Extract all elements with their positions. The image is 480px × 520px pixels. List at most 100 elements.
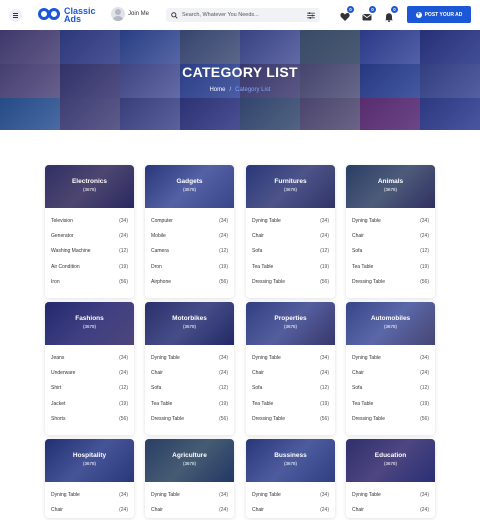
subcategory-item[interactable]: Tea Table (19) (145, 396, 234, 411)
subcategory-item[interactable]: Chair (24) (145, 502, 234, 517)
category-card-gadgets[interactable]: Gadgets (3678) Computer (34) Mobile (24) Camer… (145, 165, 234, 298)
category-card-header[interactable]: Fashions (3678) (45, 302, 134, 345)
subcategory-count: (34) (219, 491, 228, 498)
category-title[interactable]: Education (346, 452, 435, 459)
category-title[interactable]: Fashions (45, 315, 134, 322)
subcategory-item[interactable]: Tea Table (19) (246, 396, 335, 411)
subcategory-item[interactable]: Shorts (56) (45, 411, 134, 426)
favorites-button[interactable]: 0 (340, 6, 354, 21)
category-card-header[interactable]: Education (3678) (346, 439, 435, 482)
subcategory-item[interactable]: Sofa (12) (246, 381, 335, 396)
subcategory-item[interactable]: Chair (24) (346, 365, 435, 380)
subcategory-item[interactable]: Chair (24) (246, 502, 335, 517)
category-card-motorbikes[interactable]: Motorbikes (3678) Dyning Table (34) Chair (24… (145, 302, 234, 435)
category-title[interactable]: Agriculture (145, 452, 234, 459)
subcategory-item[interactable]: Dron (19) (145, 259, 234, 274)
category-title[interactable]: Hospitality (45, 452, 134, 459)
subcategory-item[interactable]: Generator (24) (45, 228, 134, 243)
subcategory-item[interactable]: Camera (12) (145, 244, 234, 259)
subcategory-item[interactable]: Dressing Table (56) (346, 274, 435, 289)
category-card-header[interactable]: Agriculture (3678) (145, 439, 234, 482)
subcategory-item[interactable]: Tea Table (19) (246, 259, 335, 274)
subcategory-label: Dressing Table (252, 415, 285, 422)
subcategory-item[interactable]: Tea Table (19) (346, 396, 435, 411)
join-me-link[interactable]: Join Me (111, 7, 149, 21)
category-card-hospitality[interactable]: Hospitality (3678) Dyning Table (34) Chair (2… (45, 439, 134, 518)
site-logo[interactable]: Classic Ads (38, 6, 96, 23)
subcategory-item[interactable]: Dyning Table (34) (346, 213, 435, 228)
category-title[interactable]: Animals (346, 178, 435, 185)
category-title[interactable]: Electronics (45, 178, 134, 185)
subcategory-item[interactable]: Jacket (19) (45, 396, 134, 411)
subcategory-item[interactable]: Dressing Table (56) (346, 411, 435, 426)
subcategory-item[interactable]: Chair (24) (45, 502, 134, 517)
subcategory-item[interactable]: Tea Table (19) (346, 259, 435, 274)
subcategory-item[interactable]: Chair (24) (346, 228, 435, 243)
category-card-header[interactable]: Hospitality (3678) (45, 439, 134, 482)
subcategory-count: (19) (320, 400, 329, 407)
category-card-header[interactable]: Bussiness (3678) (246, 439, 335, 482)
subcategory-item[interactable]: Air Condition (19) (45, 259, 134, 274)
category-title[interactable]: Bussiness (246, 452, 335, 459)
subcategory-count: (12) (219, 385, 228, 392)
subcategory-item[interactable]: Dyning Table (34) (246, 350, 335, 365)
category-card-header[interactable]: Electronics (3678) (45, 165, 134, 208)
subcategory-item[interactable]: Dyning Table (34) (246, 487, 335, 502)
category-title[interactable]: Gadgets (145, 178, 234, 185)
category-card-education[interactable]: Education (3678) Dyning Table (34) Chair (24) (346, 439, 435, 518)
subcategory-item[interactable]: Chair (24) (346, 502, 435, 517)
subcategory-item[interactable]: Sofa (12) (346, 244, 435, 259)
category-title[interactable]: Properties (246, 315, 335, 322)
subcategory-item[interactable]: Iron (56) (45, 274, 134, 289)
subcategory-item[interactable]: Mobile (24) (145, 228, 234, 243)
category-card-furnitures[interactable]: Furnitures (3678) Dyning Table (34) Chair (24… (246, 165, 335, 298)
subcategory-count: (34) (119, 491, 128, 498)
category-card-header[interactable]: Properties (3678) (246, 302, 335, 345)
subcategory-item[interactable]: Dyning Table (34) (145, 487, 234, 502)
subcategory-item[interactable]: Underware (24) (45, 365, 134, 380)
category-card-header[interactable]: Motorbikes (3678) (145, 302, 234, 345)
subcategory-item[interactable]: Dyning Table (34) (346, 487, 435, 502)
subcategory-item[interactable]: Dressing Table (56) (246, 274, 335, 289)
subcategory-item[interactable]: Chair (24) (246, 228, 335, 243)
subcategory-item[interactable]: Dyning Table (34) (145, 350, 234, 365)
category-card-agriculture[interactable]: Agriculture (3678) Dyning Table (34) Chair (2… (145, 439, 234, 518)
category-title[interactable]: Furnitures (246, 178, 335, 185)
category-card-header[interactable]: Furnitures (3678) (246, 165, 335, 208)
category-card-header[interactable]: Automobiles (3678) (346, 302, 435, 345)
subcategory-item[interactable]: Sofa (12) (145, 381, 234, 396)
category-card-header[interactable]: Gadgets (3678) (145, 165, 234, 208)
category-card-bussiness[interactable]: Bussiness (3678) Dyning Table (34) Chair (24) (246, 439, 335, 518)
messages-button[interactable]: 0 (362, 6, 376, 21)
subcategory-item[interactable]: Chair (24) (246, 365, 335, 380)
category-card-header[interactable]: Animals (3678) (346, 165, 435, 208)
subcategory-item[interactable]: Sofa (12) (246, 244, 335, 259)
subcategory-item[interactable]: Dressing Table (56) (145, 411, 234, 426)
subcategory-item[interactable]: Shirt (12) (45, 381, 134, 396)
subcategory-item[interactable]: Dyning Table (34) (346, 350, 435, 365)
subcategory-item[interactable]: Dyning Table (34) (45, 487, 134, 502)
category-card-animals[interactable]: Animals (3678) Dyning Table (34) Chair (24) So… (346, 165, 435, 298)
menu-toggle-button[interactable] (9, 9, 22, 22)
subcategory-item[interactable]: Computer (34) (145, 213, 234, 228)
breadcrumb-home[interactable]: Home (209, 87, 225, 93)
subcategory-item[interactable]: Dressing Table (56) (246, 411, 335, 426)
subcategory-item[interactable]: Airphone (56) (145, 274, 234, 289)
category-card-fashions[interactable]: Fashions (3678) Jeans (34) Underware (24) Shir… (45, 302, 134, 435)
subcategory-label: Chair (352, 506, 364, 513)
category-title[interactable]: Motorbikes (145, 315, 234, 322)
search-input[interactable]: Search, Whatever You Needs... (166, 8, 320, 22)
category-card-properties[interactable]: Properties (3678) Dyning Table (34) Chair (24… (246, 302, 335, 435)
category-card-automobiles[interactable]: Automobiles (3678) Dyning Table (34) Chair (2… (346, 302, 435, 435)
subcategory-item[interactable]: Dyning Table (34) (246, 213, 335, 228)
subcategory-item[interactable]: Chair (24) (145, 365, 234, 380)
filter-icon[interactable] (307, 11, 315, 19)
category-title[interactable]: Automobiles (346, 315, 435, 322)
subcategory-item[interactable]: Sofa (12) (346, 381, 435, 396)
notifications-button[interactable]: 0 (384, 6, 398, 23)
post-your-ad-button[interactable]: + POST YOUR AD (407, 6, 471, 23)
subcategory-item[interactable]: Television (34) (45, 213, 134, 228)
subcategory-item[interactable]: Jeans (34) (45, 350, 134, 365)
subcategory-item[interactable]: Washing Machine (12) (45, 244, 134, 259)
category-card-electronics[interactable]: Electronics (3678) Television (34) Generator… (45, 165, 134, 298)
